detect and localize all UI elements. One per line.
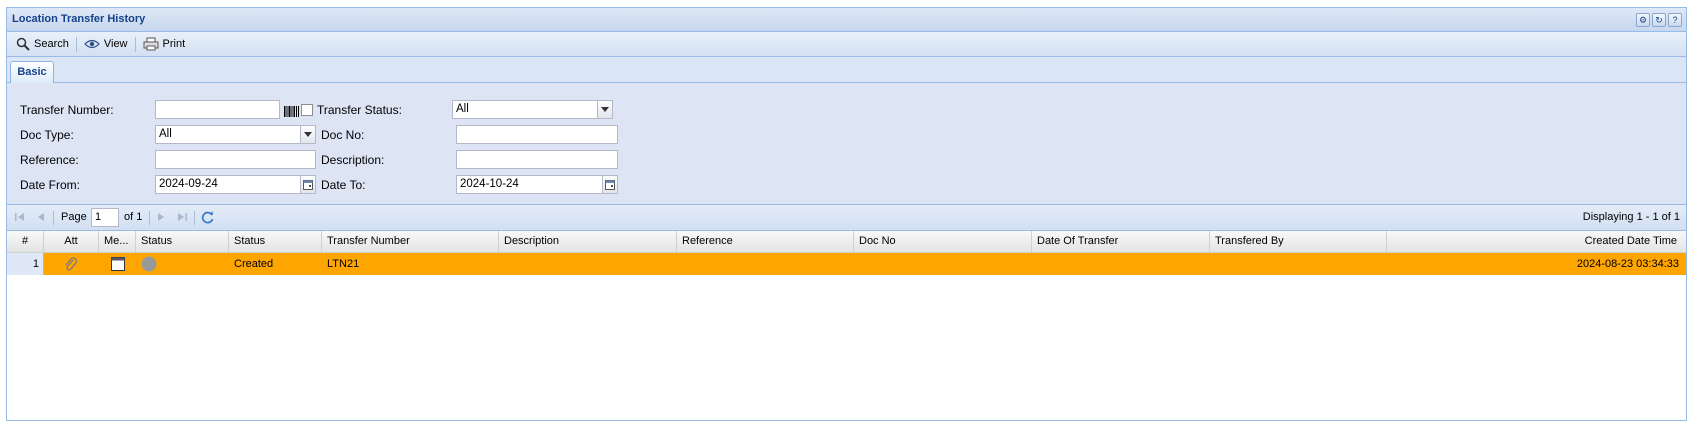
- grid-header: # Att Me... Status Status Transfer Numbe…: [7, 231, 1686, 253]
- row-date-of-transfer: [1032, 253, 1037, 275]
- page-number-input[interactable]: 1: [91, 208, 119, 227]
- column-header-transfered-by[interactable]: Transfered By: [1210, 231, 1387, 252]
- description-input[interactable]: [456, 150, 618, 169]
- panel-header: Location Transfer History ⚙ ↻ ?: [7, 8, 1686, 32]
- pager-separator: [53, 211, 54, 225]
- toolbar: Search View Print: [7, 32, 1686, 57]
- barcode-icon[interactable]: [284, 106, 299, 117]
- column-header-date-of-transfer[interactable]: Date Of Transfer: [1032, 231, 1210, 252]
- calendar-icon[interactable]: [602, 176, 617, 193]
- filter-form: Transfer Number: Transfer Status: All Do…: [7, 83, 1686, 205]
- search-label: Search: [34, 38, 69, 50]
- next-page-icon[interactable]: [155, 211, 167, 223]
- transfer-status-label: Transfer Status:: [317, 103, 402, 117]
- help-icon[interactable]: ?: [1668, 13, 1682, 27]
- status-indicator-icon: [141, 256, 157, 272]
- transfer-status-checkbox[interactable]: [301, 104, 313, 116]
- search-button[interactable]: Search: [11, 37, 74, 51]
- panel-tools: ⚙ ↻ ?: [1636, 13, 1682, 27]
- tab-basic[interactable]: Basic: [10, 61, 54, 83]
- last-page-icon[interactable]: [176, 211, 188, 223]
- row-doc-no: [854, 253, 859, 275]
- grid-body: 1 Created LTN21 2024-08-23 03:34:33: [7, 253, 1686, 275]
- panel-title: Location Transfer History: [12, 13, 146, 25]
- pager-separator: [194, 211, 195, 225]
- memo-icon[interactable]: [111, 257, 125, 271]
- eye-icon: [84, 39, 100, 49]
- transfer-status-select[interactable]: All: [452, 100, 613, 119]
- reference-label: Reference:: [20, 153, 79, 167]
- page-label: Page: [61, 211, 87, 223]
- search-icon: [16, 37, 30, 51]
- column-header-reference[interactable]: Reference: [677, 231, 854, 252]
- doc-no-label: Doc No:: [321, 128, 365, 142]
- column-header-number[interactable]: #: [7, 231, 44, 252]
- prev-page-icon[interactable]: [35, 211, 47, 223]
- date-from-label: Date From:: [20, 178, 81, 192]
- date-to-value: 2024-10-24: [460, 178, 519, 190]
- row-description: [499, 253, 504, 275]
- page-count-label: of 1: [124, 211, 143, 223]
- transfer-status-value: All: [456, 103, 469, 115]
- column-header-created-date-time[interactable]: Created Date Time: [1387, 231, 1686, 252]
- chevron-down-icon[interactable]: [300, 126, 315, 143]
- paperclip-icon[interactable]: [64, 257, 78, 272]
- date-from-value: 2024-09-24: [159, 178, 218, 190]
- date-to-label: Date To:: [321, 178, 366, 192]
- column-header-status[interactable]: Status: [229, 231, 322, 252]
- printer-icon: [143, 37, 159, 51]
- doc-type-select[interactable]: All: [155, 125, 316, 144]
- reference-input[interactable]: [155, 150, 316, 169]
- paging-toolbar: Page 1 of 1 Displaying 1 - 1 of 1: [7, 205, 1686, 231]
- row-transfer-number: LTN21: [327, 258, 360, 270]
- calendar-icon[interactable]: [300, 176, 315, 193]
- date-to-field[interactable]: 2024-10-24: [456, 175, 618, 194]
- transfer-number-label: Transfer Number:: [20, 103, 114, 117]
- toolbar-separator: [75, 36, 77, 52]
- table-row[interactable]: 1 Created LTN21 2024-08-23 03:34:33: [7, 253, 1686, 275]
- column-header-memo[interactable]: Me...: [99, 231, 136, 252]
- column-header-status-icon[interactable]: Status: [136, 231, 229, 252]
- transfer-number-input[interactable]: [155, 100, 280, 119]
- column-header-doc-no[interactable]: Doc No: [854, 231, 1032, 252]
- description-label: Description:: [321, 153, 385, 167]
- view-button[interactable]: View: [79, 38, 133, 50]
- tab-strip: Basic: [7, 57, 1686, 83]
- print-label: Print: [162, 38, 186, 50]
- row-reference: [677, 253, 682, 275]
- print-button[interactable]: Print: [138, 37, 191, 51]
- first-page-icon[interactable]: [14, 211, 26, 223]
- doc-no-input[interactable]: [456, 125, 618, 144]
- row-transfered-by: [1210, 253, 1215, 275]
- doc-type-label: Doc Type:: [20, 128, 74, 142]
- refresh-icon[interactable]: ↻: [1652, 13, 1666, 27]
- gear-icon[interactable]: ⚙: [1636, 13, 1650, 27]
- column-header-description[interactable]: Description: [499, 231, 677, 252]
- view-label: View: [103, 38, 128, 50]
- display-info: Displaying 1 - 1 of 1: [1582, 211, 1680, 223]
- chevron-down-icon[interactable]: [597, 101, 612, 118]
- location-transfer-history-panel: Location Transfer History ⚙ ↻ ? Search V…: [6, 7, 1687, 421]
- date-from-field[interactable]: 2024-09-24: [155, 175, 316, 194]
- refresh-icon[interactable]: [200, 210, 215, 225]
- row-number: 1: [7, 253, 44, 275]
- toolbar-separator: [134, 36, 136, 52]
- doc-type-value: All: [159, 128, 172, 140]
- column-header-attachment[interactable]: Att: [44, 231, 99, 252]
- column-header-transfer-number[interactable]: Transfer Number: [322, 231, 499, 252]
- row-status: Created: [234, 258, 274, 270]
- pager-separator: [149, 211, 150, 225]
- row-created-date-time: 2024-08-23 03:34:33: [1576, 258, 1679, 270]
